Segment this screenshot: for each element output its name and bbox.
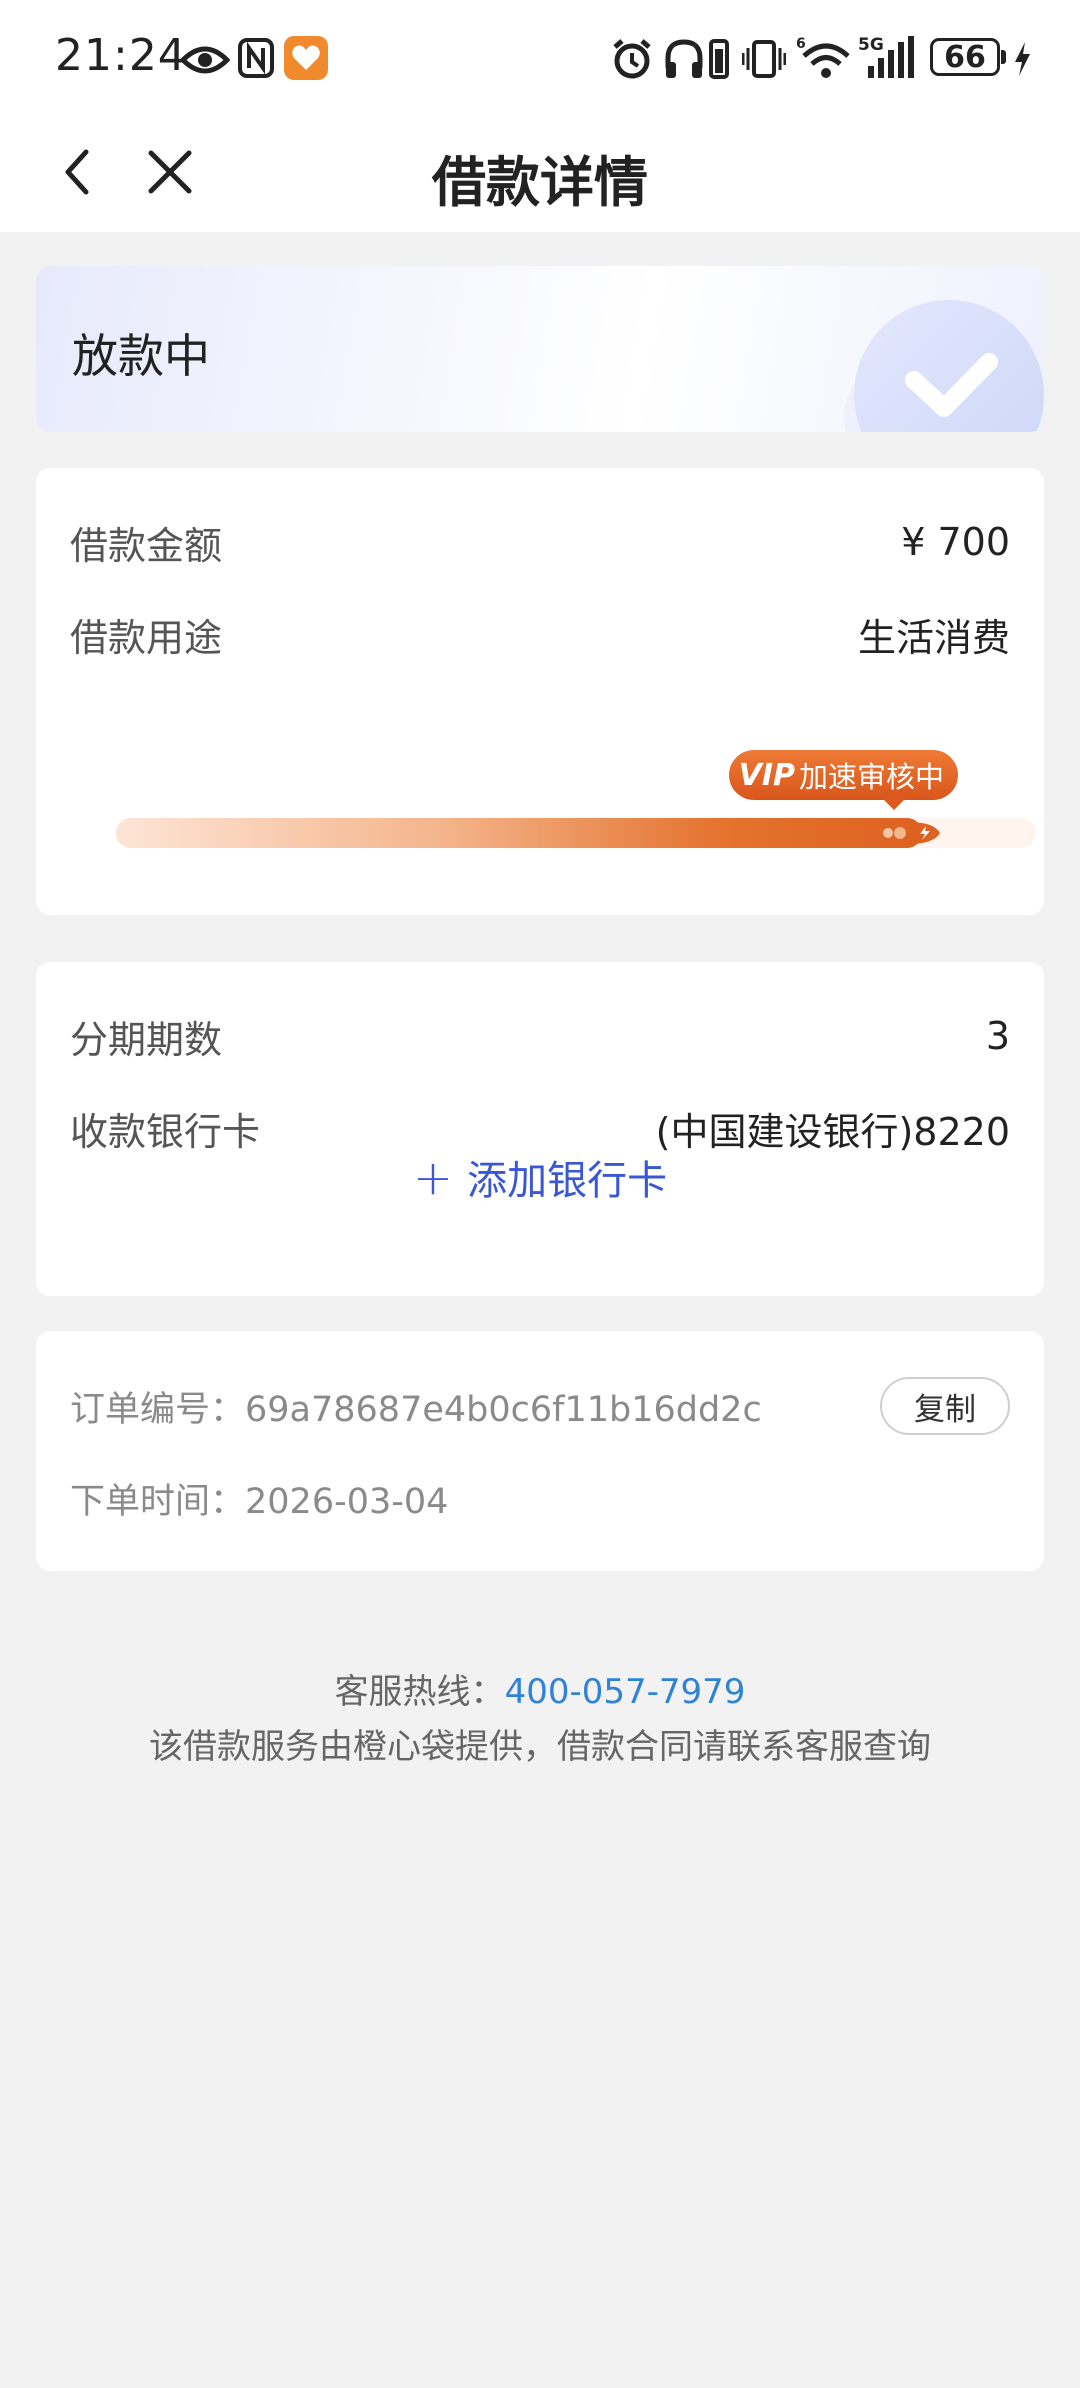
footer: 客服热线：400-057-7979 该借款服务由橙心袋提供，借款合同请联系客服查… [0, 1664, 1080, 1768]
plus-icon: + [412, 1150, 454, 1206]
installment-periods-row: 分期期数 3 [70, 1006, 1010, 1066]
loan-amount-row: 借款金额 ¥ 700 [70, 512, 1010, 572]
app-heart-icon [284, 36, 328, 80]
loan-purpose-row: 借款用途 生活消费 [70, 604, 1010, 664]
nav-bar: 借款详情 [0, 116, 1080, 232]
svg-text:6: 6 [796, 36, 806, 52]
charging-icon [1015, 42, 1030, 76]
check-icon [844, 300, 1044, 432]
alarm-icon [613, 39, 651, 79]
installment-card: 分期期数 3 收款银行卡 (中国建设银行)8220 + 添加银行卡 [36, 962, 1044, 1296]
loan-status-label: 放款中 [72, 329, 210, 383]
order-number-value: 69a78687e4b0c6f11b16dd2c [245, 1390, 762, 1430]
hotline-label: 客服热线： [334, 1672, 505, 1712]
order-number: 订单编号：69a78687e4b0c6f11b16dd2c [70, 1381, 762, 1432]
battery-level: 66 [944, 39, 986, 75]
service-note: 该借款服务由橙心袋提供，借款合同请联系客服查询 [149, 1727, 931, 1767]
battery-icon: 66 [930, 38, 1000, 76]
order-time-value: 2026-03-04 [245, 1482, 449, 1522]
vibrate-icon [742, 40, 786, 78]
add-bank-card-button[interactable]: + 添加银行卡 [36, 1148, 1044, 1206]
loan-status-card: 放款中 [36, 266, 1044, 432]
rocket-icon [883, 822, 940, 844]
loan-details-card: 借款金额 ¥ 700 借款用途 生活消费 VIP 加速审核中 [36, 468, 1044, 915]
order-number-label: 订单编号： [70, 1390, 246, 1430]
order-time-label: 下单时间： [70, 1482, 246, 1522]
installment-periods-label: 分期期数 [70, 1017, 223, 1062]
nfc-icon [238, 38, 274, 78]
add-bank-card-label: 添加银行卡 [467, 1158, 668, 1204]
battery-tip [1001, 50, 1006, 64]
loan-purpose-label: 借款用途 [70, 615, 223, 660]
review-progress: VIP 加速审核中 [80, 740, 1036, 850]
copy-order-button[interactable]: 复制 [880, 1377, 1010, 1435]
order-time: 下单时间：2026-03-04 [70, 1473, 448, 1524]
headphones-icon [665, 39, 703, 78]
hotline-number-link[interactable]: 400-057-7979 [505, 1672, 746, 1712]
loan-purpose-value: 生活消费 [857, 615, 1010, 660]
signal-icon: 5G [858, 35, 914, 78]
order-info-card: 订单编号：69a78687e4b0c6f11b16dd2c 复制 下单时间：20… [36, 1331, 1044, 1571]
page-title: 借款详情 [432, 151, 648, 214]
vip-review-text: 加速审核中 [798, 760, 944, 794]
svg-text:5G: 5G [858, 35, 884, 55]
progress-fill [116, 818, 922, 848]
vip-mark: VIP [738, 757, 795, 793]
wifi-icon: 6 [796, 36, 850, 78]
vip-review-badge: VIP 加速审核中 [728, 750, 958, 800]
vibrate-icon [709, 39, 729, 79]
loan-amount-value: ¥ 700 [901, 520, 1010, 564]
eye-icon [180, 46, 230, 74]
hotline: 客服热线：400-057-7979 [0, 1664, 1080, 1713]
loan-amount-label: 借款金额 [70, 523, 223, 568]
installment-periods-value: 3 [985, 1014, 1010, 1058]
status-time: 21:24 [55, 30, 187, 81]
status-bar: 21:24 6 5G 66 [0, 0, 1080, 116]
